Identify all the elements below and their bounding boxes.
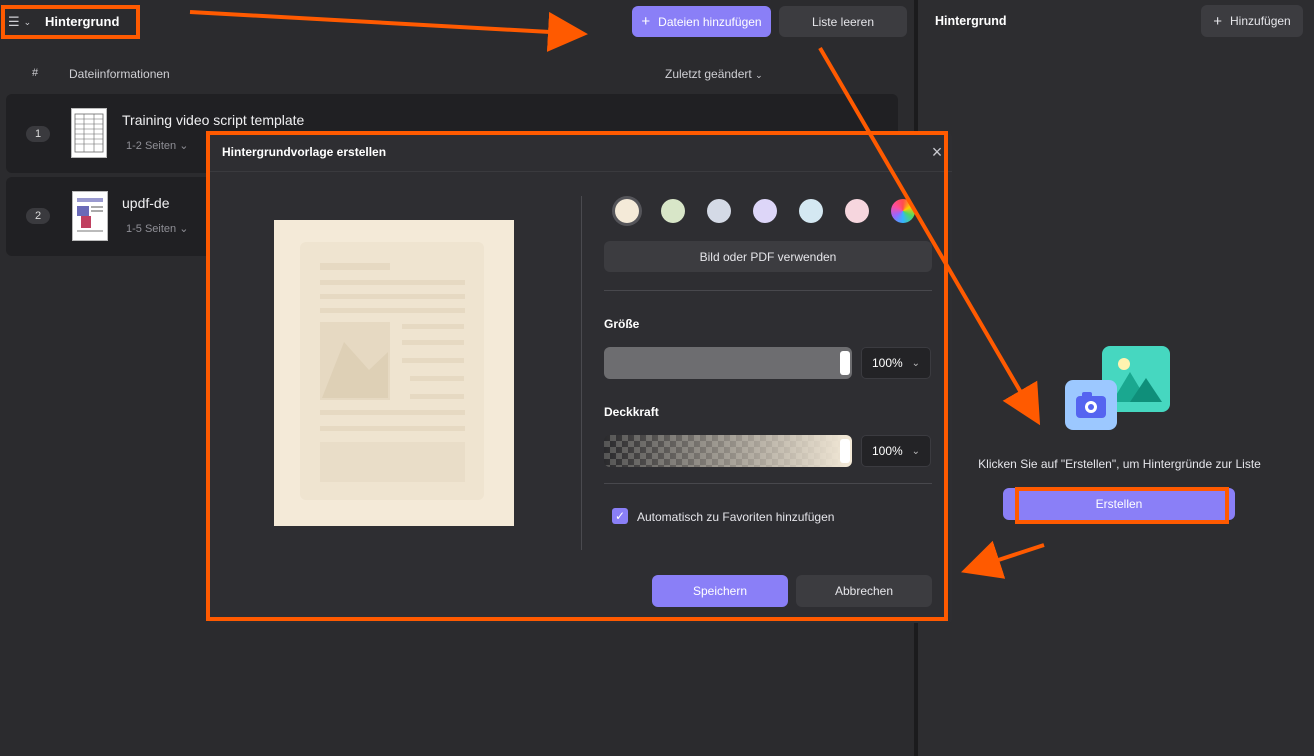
plus-icon: + [641,13,651,30]
file-pages: 1-5 Seiten ⌄ [126,223,189,235]
file-thumbnail [71,108,107,158]
row-index: 2 [26,208,50,224]
file-name: updf-de [122,195,170,211]
add-files-button[interactable]: + Dateien hinzufügen [632,6,771,37]
annotation-highlight-box [1,5,140,39]
file-thumbnail [72,191,108,241]
annotation-highlight-box [1015,487,1229,524]
annotation-highlight-box [206,131,948,621]
add-background-label: Hinzufügen [1230,14,1291,28]
column-header-modified-label: Zuletzt geändert [665,67,752,81]
chevron-down-icon: ⌄ [755,70,763,80]
add-files-label: Dateien hinzufügen [658,14,762,29]
file-pages: 1-2 Seiten ⌄ [126,140,189,152]
add-background-button[interactable]: + Hinzufügen [1201,5,1303,37]
clear-list-button[interactable]: Liste leeren [779,6,907,37]
document-preview-icon [77,198,103,232]
file-name: Training video script template [122,112,305,128]
file-pages-label: 1-2 Seiten [126,140,177,152]
image-gallery-icon [1065,346,1170,430]
column-header-info: Dateiinformationen [69,67,170,81]
column-header-index: # [32,67,39,79]
column-header-modified[interactable]: Zuletzt geändert ⌄ [665,67,763,81]
plus-icon: + [1213,12,1223,30]
file-pages-label: 1-5 Seiten [126,223,177,235]
background-panel-title: Hintergrund [935,14,1007,28]
empty-state-message: Klicken Sie auf "Erstellen", um Hintergr… [978,457,1261,471]
document-preview-icon [74,113,104,153]
row-index: 1 [26,126,50,142]
